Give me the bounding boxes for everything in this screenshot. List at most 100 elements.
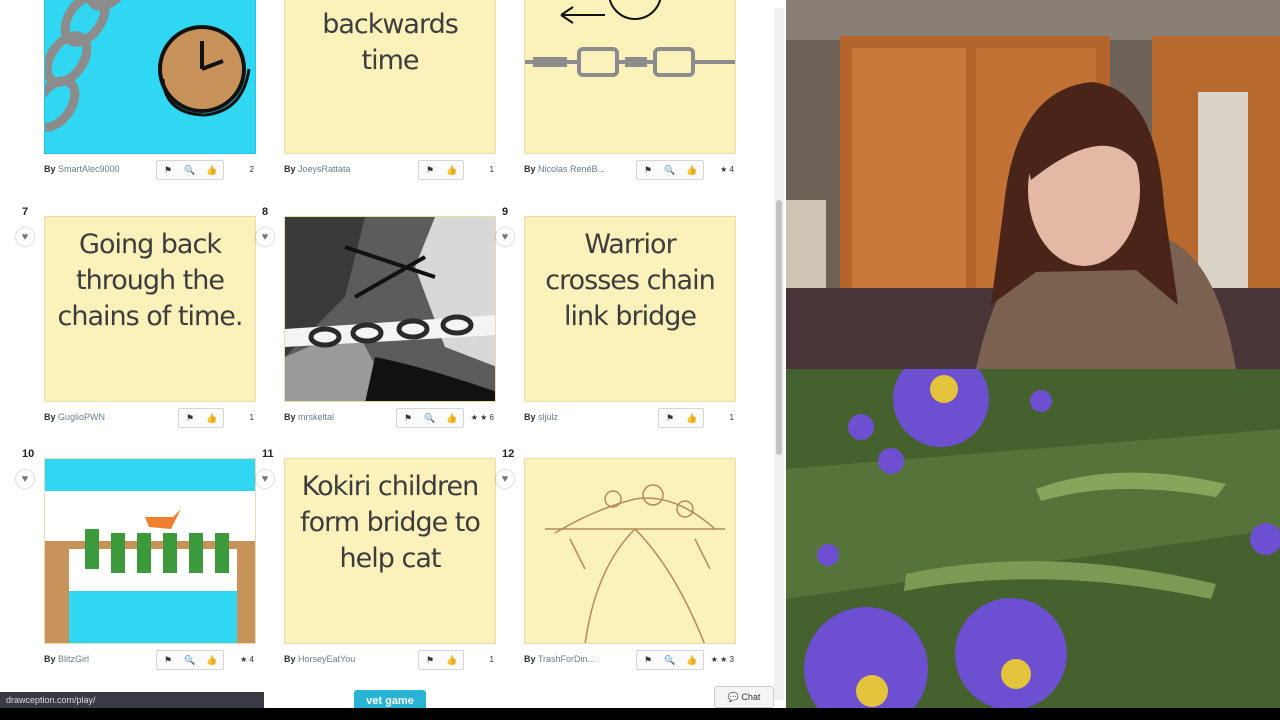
panel-caption: Kokiri children form bridge to help cat <box>300 471 481 574</box>
flag-icon-glyph: ⚑ <box>425 654 435 665</box>
author-link[interactable]: sljulz <box>538 412 558 422</box>
drawing-panel[interactable] <box>44 0 256 154</box>
favorite-heart-icon[interactable]: ♥ <box>16 470 34 488</box>
zoom-icon-glyph: 🔍 <box>184 654 196 665</box>
panel-card: 12 ♥ By TrashForDin... flag-icon⚑zoom-icon🔍… <box>496 448 748 684</box>
zoom-icon-glyph: 🔍 <box>664 164 676 175</box>
zoom-icon[interactable]: zoom-icon🔍 <box>659 655 681 666</box>
flag-icon[interactable]: flag-icon⚑ <box>419 165 441 176</box>
drawing-image <box>545 484 725 643</box>
like-icon[interactable]: like-icon👍 <box>441 413 463 424</box>
panel-meta: By sljulz flag-icon⚑like-icon👍 1 <box>524 408 736 428</box>
author-link[interactable]: Nicolas RenéB... <box>538 164 605 174</box>
by-label: By <box>524 164 536 174</box>
panel-card: ♥By Nicolas RenéB...flag-icon⚑zoom-icon🔍… <box>512 0 748 194</box>
author-link[interactable]: TrashForDin... <box>538 654 595 664</box>
caption-panel[interactable]: Going back through the chains of time. <box>44 216 256 402</box>
panel-toolbar: flag-icon⚑zoom-icon🔍like-icon👍 <box>636 650 704 670</box>
by-label: By <box>44 654 56 664</box>
flag-icon[interactable]: flag-icon⚑ <box>659 413 681 424</box>
author-link[interactable]: HorseyEatYou <box>298 654 355 664</box>
zoom-icon[interactable]: zoom-icon🔍 <box>659 165 681 176</box>
flag-icon[interactable]: flag-icon⚑ <box>397 413 419 424</box>
author-link[interactable]: mrskeltal <box>298 412 334 422</box>
zoom-icon-glyph: 🔍 <box>184 164 196 175</box>
flag-icon[interactable]: flag-icon⚑ <box>637 655 659 666</box>
by-label: By <box>284 412 296 422</box>
by-label: By <box>524 412 536 422</box>
drawing-panel[interactable] <box>524 458 736 644</box>
author-link[interactable]: JoeysRattata <box>298 164 351 174</box>
panel-toolbar: flag-icon⚑like-icon👍 <box>418 650 464 670</box>
like-icon[interactable]: like-icon👍 <box>681 165 703 176</box>
drawing-image <box>285 217 495 401</box>
zoom-icon[interactable]: zoom-icon🔍 <box>179 165 201 176</box>
like-icon-glyph: 👍 <box>686 164 698 175</box>
favorite-heart-icon[interactable]: ♥ <box>256 228 274 246</box>
favorite-heart-icon[interactable]: ♥ <box>256 470 274 488</box>
author-link[interactable]: BlitzGirl <box>58 654 89 664</box>
panel-number: 12 <box>502 448 515 460</box>
flag-icon-glyph: ⚑ <box>643 654 653 665</box>
panel-meta: By mrskeltal flag-icon⚑zoom-icon🔍like-ico… <box>284 408 496 428</box>
panel-meta: By GuglioPWN flag-icon⚑like-icon👍 1 <box>44 408 256 428</box>
chat-button[interactable]: 💬 Chat <box>714 686 774 708</box>
like-icon[interactable]: like-icon👍 <box>201 413 223 424</box>
flag-icon-glyph: ⚑ <box>163 654 173 665</box>
flag-icon[interactable]: flag-icon⚑ <box>157 655 179 666</box>
panel-meta: By SmartAlec9000 flag-icon⚑zoom-icon🔍like… <box>44 160 256 180</box>
favorite-heart-icon[interactable]: ♥ <box>496 228 514 246</box>
drawing-panel[interactable] <box>44 458 256 644</box>
flag-icon-glyph: ⚑ <box>163 164 173 175</box>
caption-panel[interactable]: Warrior crosses chain link bridge <box>524 216 736 402</box>
flag-icon[interactable]: flag-icon⚑ <box>157 165 179 176</box>
panel-meta: By Nicolas RenéB... flag-icon⚑zoom-icon🔍l… <box>524 160 736 180</box>
panel-toolbar: flag-icon⚑zoom-icon🔍like-icon👍 <box>156 160 224 180</box>
vet-game-button[interactable]: vet game <box>354 690 426 708</box>
author-byline: By HorseyEatYou <box>284 654 355 664</box>
like-icon[interactable]: like-icon👍 <box>681 413 703 424</box>
caption-panel[interactable]: Kokiri children form bridge to help cat <box>284 458 496 644</box>
flag-icon-glyph: ⚑ <box>665 412 675 423</box>
panel-number: 7 <box>22 206 29 218</box>
drawing-panel[interactable] <box>524 0 736 154</box>
drawing-panel[interactable] <box>284 216 496 402</box>
flag-icon-glyph: ⚑ <box>185 412 195 423</box>
favorite-heart-icon[interactable]: ♥ <box>16 228 34 246</box>
panel-card: 10 ♥ By BlitzGirl flag-icon⚑zoom-icon🔍like-… <box>16 448 268 684</box>
flag-icon-glyph: ⚑ <box>643 164 653 175</box>
panel-number: 9 <box>502 206 509 218</box>
like-count: 1 <box>489 165 494 174</box>
author-link[interactable]: GuglioPWN <box>58 412 105 422</box>
panel-card: ♥The chain of backwards timeBy JoeysRatt… <box>272 0 508 194</box>
like-icon[interactable]: like-icon👍 <box>201 655 223 666</box>
like-count: ★ ★ 3 <box>710 655 734 664</box>
author-link[interactable]: SmartAlec9000 <box>58 164 120 174</box>
flag-icon[interactable]: flag-icon⚑ <box>419 655 441 666</box>
author-byline: By JoeysRattata <box>284 164 351 174</box>
like-icon[interactable]: like-icon👍 <box>681 655 703 666</box>
panel-toolbar: flag-icon⚑like-icon👍 <box>178 408 224 428</box>
zoom-icon[interactable]: zoom-icon🔍 <box>419 413 441 424</box>
like-icon[interactable]: like-icon👍 <box>441 165 463 176</box>
zoom-icon-glyph: 🔍 <box>424 412 436 423</box>
panel-caption: Going back through the chains of time. <box>57 229 244 332</box>
like-icon[interactable]: like-icon👍 <box>441 655 463 666</box>
caption-panel[interactable]: The chain of backwards time <box>284 0 496 154</box>
flag-icon[interactable]: flag-icon⚑ <box>637 165 659 176</box>
like-count: ★ 4 <box>720 165 734 174</box>
like-icon-glyph: 👍 <box>686 654 698 665</box>
favorite-heart-icon[interactable]: ♥ <box>496 470 514 488</box>
scrollbar-thumb[interactable] <box>776 200 782 455</box>
browser-viewport: ♥By SmartAlec9000flag-icon⚑zoom-icon🔍lik… <box>0 0 786 708</box>
flag-icon[interactable]: flag-icon⚑ <box>179 413 201 424</box>
zoom-icon[interactable]: zoom-icon🔍 <box>179 655 201 666</box>
like-icon[interactable]: like-icon👍 <box>201 165 223 176</box>
like-icon-glyph: 👍 <box>206 164 218 175</box>
panel-toolbar: flag-icon⚑zoom-icon🔍like-icon👍 <box>636 160 704 180</box>
zoom-icon-glyph: 🔍 <box>664 654 676 665</box>
author-byline: By mrskeltal <box>284 412 334 422</box>
panel-card: 9 ♥ Warrior crosses chain link bridge By sl… <box>496 206 748 442</box>
panel-caption: The chain of backwards time <box>313 0 469 76</box>
drawing-image <box>45 0 251 132</box>
